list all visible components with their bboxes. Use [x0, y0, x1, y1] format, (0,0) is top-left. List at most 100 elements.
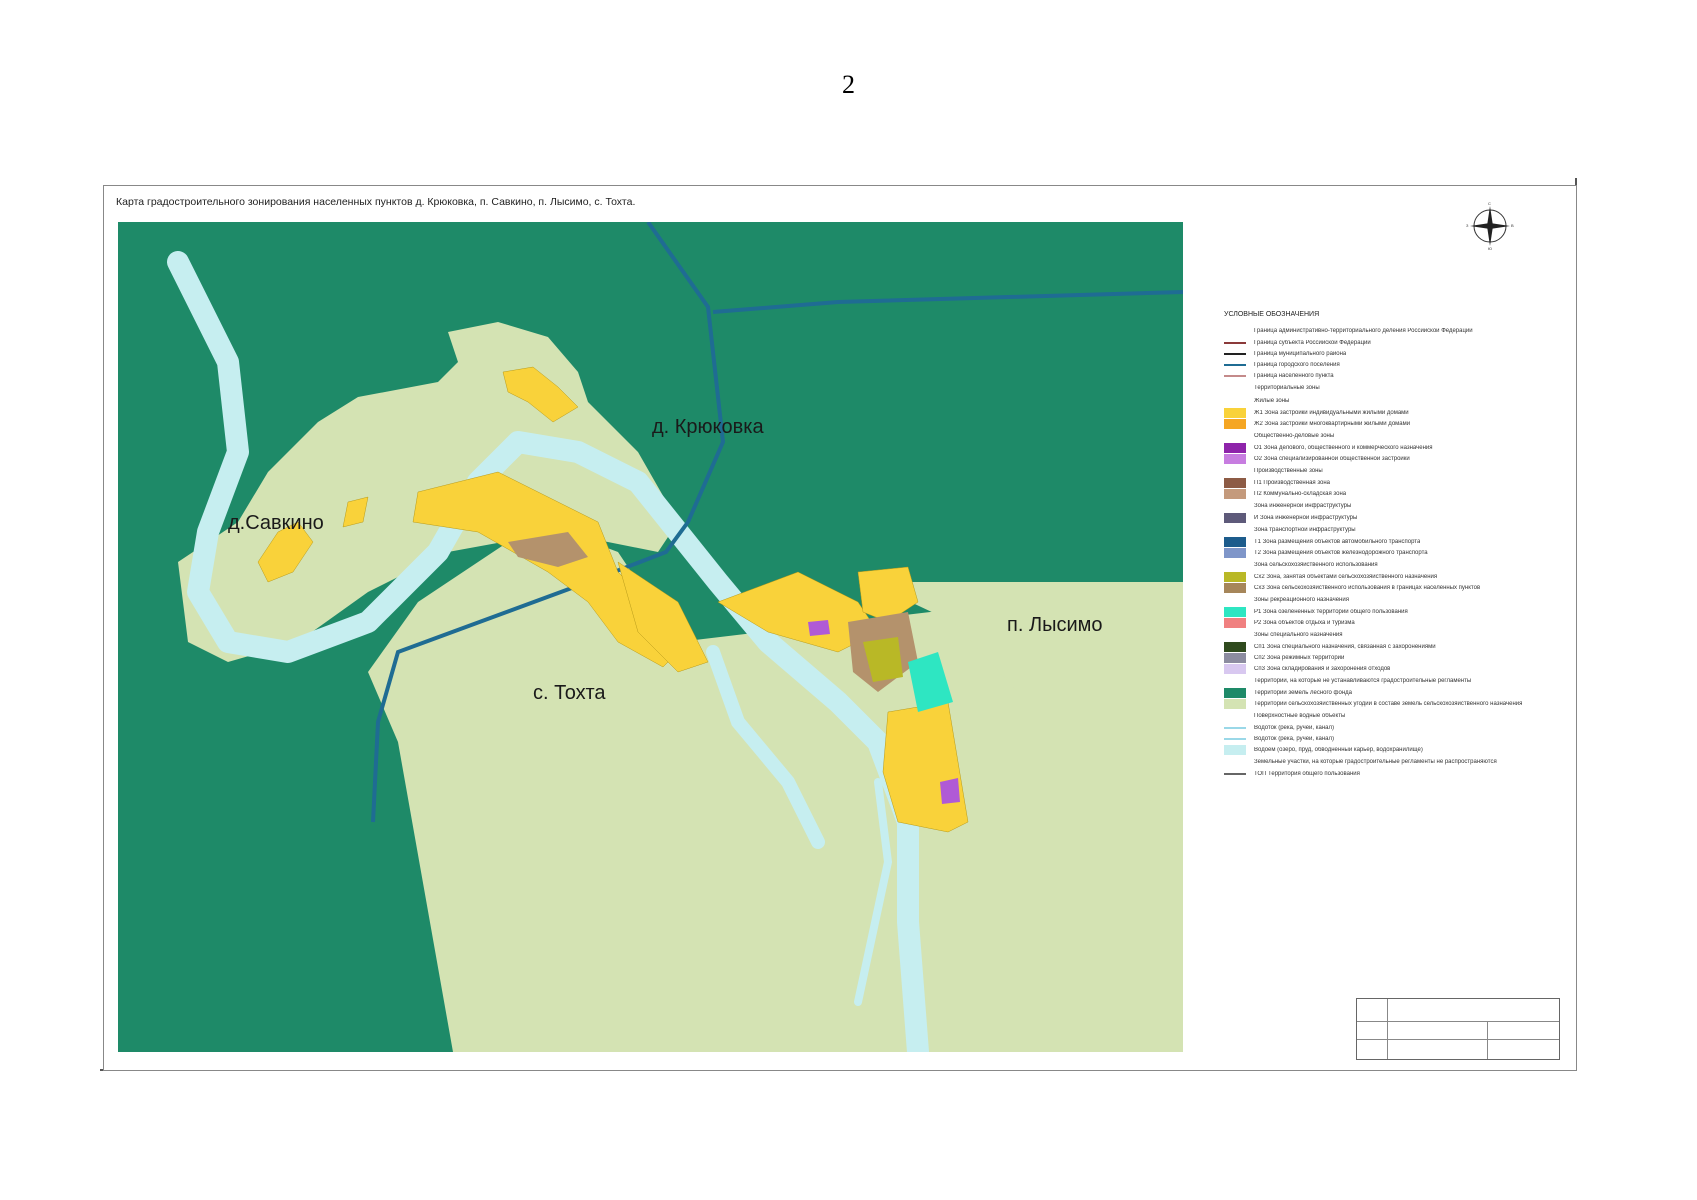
legend-label: Производственные зоны	[1254, 467, 1323, 474]
place-label-krukovka: д. Крюковка	[652, 416, 764, 438]
legend-item: Общественно-деловые зоны	[1224, 429, 1564, 442]
legend-item: Жилые зоны	[1224, 394, 1564, 407]
legend-item: Производственные зоны	[1224, 464, 1564, 477]
legend-label: П1 Производственная зона	[1254, 479, 1330, 486]
page-number: 2	[842, 70, 855, 99]
compass-needle	[1470, 223, 1510, 229]
legend-item: О2 Зона специализированной общественной …	[1224, 453, 1564, 464]
legend-item: Граница административно-территориального…	[1224, 324, 1564, 337]
legend-line-symbol	[1224, 734, 1246, 744]
legend-label: Водоток (река, ручей, канал)	[1254, 724, 1334, 731]
legend-swatch	[1224, 641, 1246, 652]
legend-swatch	[1224, 606, 1246, 617]
legend-line-symbol	[1224, 723, 1246, 733]
place-label-tokhta: с. Тохта	[533, 682, 606, 704]
map-legend: УСЛОВНЫЕ ОБОЗНАЧЕНИЯ Граница администрат…	[1224, 311, 1564, 779]
legend-label: Сп3 Зона складирования и захоронения отх…	[1254, 665, 1391, 672]
legend-item: Граница муниципального района	[1224, 348, 1564, 359]
legend-label: Т1 Зона размещения объектов автомобильно…	[1254, 538, 1421, 545]
legend-label: Водоток (река, ручей, канал)	[1254, 735, 1334, 742]
legend-label: Граница муниципального района	[1254, 350, 1347, 357]
legend-swatch	[1224, 547, 1246, 558]
legend-swatch	[1224, 442, 1246, 453]
legend-item: Р2 Зона объектов отдыха и туризма	[1224, 617, 1564, 628]
legend-label: Р1 Зона озелененных территорий общего по…	[1254, 608, 1408, 615]
legend-label: Общественно-деловые зоны	[1254, 432, 1335, 439]
legend-item: Граница населенного пункта	[1224, 370, 1564, 381]
title-block	[1356, 998, 1560, 1060]
legend-label: П2 Коммунально-складская зона	[1254, 490, 1347, 497]
legend-swatch	[1224, 663, 1246, 674]
legend-item: Сп2 Зона режимных территорий	[1224, 652, 1564, 663]
legend-item: П2 Коммунально-складская зона	[1224, 488, 1564, 499]
legend-label: Р2 Зона объектов отдыха и туризма	[1254, 619, 1355, 626]
legend-item: О1 Зона делового, общественного и коммер…	[1224, 442, 1564, 453]
legend-item: Зона сельскохозяйственного использования	[1224, 558, 1564, 571]
public-business-zone	[940, 778, 960, 804]
legend-item: Земельные участки, на которые градострои…	[1224, 755, 1564, 768]
legend-swatch	[1224, 571, 1246, 582]
legend-swatch	[1224, 488, 1246, 499]
legend-item: ТОП Территория общего пользования	[1224, 768, 1564, 779]
legend-label: Зона сельскохозяйственного использования	[1254, 561, 1378, 568]
legend-label: Территории сельскохозяйственных угодий в…	[1254, 700, 1523, 707]
zoning-map[interactable]	[118, 222, 1183, 1052]
legend-label: Водоем (озеро, пруд, обводненный карьер,…	[1254, 746, 1423, 753]
legend-line-symbol	[1224, 371, 1246, 381]
legend-swatch	[1224, 698, 1246, 709]
legend-label: Сх2 Зона, занятая объектами сельскохозяй…	[1254, 573, 1438, 580]
compass-rose-icon: С Ю З В	[1466, 202, 1514, 250]
legend-label: Ж2 Зона застройки многоквартирными жилым…	[1254, 420, 1411, 427]
legend-swatch	[1224, 418, 1246, 429]
legend-item: Т2 Зона размещения объектов железнодорож…	[1224, 547, 1564, 558]
legend-label: Т2 Зона размещения объектов железнодорож…	[1254, 549, 1428, 556]
legend-label: Сп1 Зона специального назначения, связан…	[1254, 643, 1436, 650]
legend-item: Зоны рекреационного назначения	[1224, 593, 1564, 606]
place-label-savkino: д.Савкино	[228, 512, 324, 534]
legend-label: Поверхностные водные объекты	[1254, 712, 1346, 719]
legend-label: Ж1 Зона застройки индивидуальными жилыми…	[1254, 409, 1409, 416]
legend-item: Водоток (река, ручей, канал)	[1224, 722, 1564, 733]
legend-rows: Граница административно-территориального…	[1224, 324, 1564, 779]
legend-item: Поверхностные водные объекты	[1224, 709, 1564, 722]
legend-label: Территории земель лесного фонда	[1254, 689, 1352, 696]
legend-label: Граница городского поселения	[1254, 361, 1340, 368]
place-label-lysimo: п. Лысимо	[1007, 614, 1103, 636]
legend-item: Граница субъекта Российской Федерации	[1224, 337, 1564, 348]
legend-item: Водоем (озеро, пруд, обводненный карьер,…	[1224, 744, 1564, 755]
legend-swatch	[1224, 512, 1246, 523]
legend-item: И Зона инженерной инфраструктуры	[1224, 512, 1564, 523]
legend-swatch	[1224, 582, 1246, 593]
legend-label: Земельные участки, на которые градострои…	[1254, 758, 1497, 765]
legend-item: Территории, на которые не устанавливаютс…	[1224, 674, 1564, 687]
legend-label: О1 Зона делового, общественного и коммер…	[1254, 444, 1433, 451]
legend-heading: УСЛОВНЫЕ ОБОЗНАЧЕНИЯ	[1224, 311, 1320, 318]
legend-item: Территории земель лесного фонда	[1224, 687, 1564, 698]
legend-swatch	[1224, 536, 1246, 547]
legend-label: Зоны рекреационного назначения	[1254, 596, 1349, 603]
legend-item: Зоны специального назначения	[1224, 628, 1564, 641]
legend-label: И Зона инженерной инфраструктуры	[1254, 514, 1358, 521]
legend-item: Зона инженерной инфраструктуры	[1224, 499, 1564, 512]
legend-swatch	[1224, 744, 1246, 755]
compass-s: Ю	[1488, 246, 1492, 250]
legend-swatch	[1224, 687, 1246, 698]
legend-line-symbol	[1224, 349, 1246, 359]
legend-line-symbol	[1224, 338, 1246, 348]
compass-e: В	[1511, 223, 1514, 228]
legend-item: Водоток (река, ручей, канал)	[1224, 733, 1564, 744]
legend-label: Зона инженерной инфраструктуры	[1254, 502, 1352, 509]
legend-label: Зоны специального назначения	[1254, 631, 1343, 638]
compass-n: С	[1488, 202, 1491, 206]
legend-swatch	[1224, 453, 1246, 464]
legend-item: Р1 Зона озелененных территорий общего по…	[1224, 606, 1564, 617]
legend-label: Граница административно-территориального…	[1254, 327, 1473, 334]
legend-item: Ж1 Зона застройки индивидуальными жилыми…	[1224, 407, 1564, 418]
legend-item: Сх3 Зона сельскохозяйственного использов…	[1224, 582, 1564, 593]
legend-label: Сп2 Зона режимных территорий	[1254, 654, 1345, 661]
legend-label: О2 Зона специализированной общественной …	[1254, 455, 1410, 462]
legend-label: Зона транспортной инфраструктуры	[1254, 526, 1356, 533]
legend-label: ТОП Территория общего пользования	[1254, 770, 1360, 777]
legend-label: Территориальные зоны	[1254, 384, 1320, 391]
legend-label: Сх3 Зона сельскохозяйственного использов…	[1254, 584, 1481, 591]
